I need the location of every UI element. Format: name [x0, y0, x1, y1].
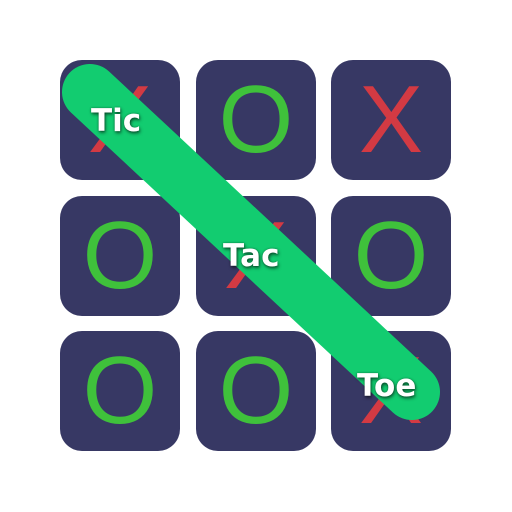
cell-6-mark: O: [82, 337, 158, 444]
tic-tac-toe-icon: X O X O X O O O X Tic Tac Toe: [0, 0, 512, 512]
cell-7-mark: O: [218, 337, 294, 444]
cell-2-mark: X: [358, 66, 424, 173]
cell-2[interactable]: X: [331, 60, 451, 180]
cell-3[interactable]: O: [60, 196, 180, 316]
cell-3-mark: O: [82, 202, 158, 309]
cell-5[interactable]: O: [331, 196, 451, 316]
cell-7[interactable]: O: [196, 331, 316, 451]
word-toe: Toe: [357, 368, 417, 404]
cell-1-mark: O: [218, 66, 294, 173]
cell-6[interactable]: O: [60, 331, 180, 451]
cell-5-mark: O: [353, 202, 429, 309]
word-tic: Tic: [91, 103, 142, 139]
word-tac: Tac: [223, 238, 280, 274]
cell-1[interactable]: O: [196, 60, 316, 180]
